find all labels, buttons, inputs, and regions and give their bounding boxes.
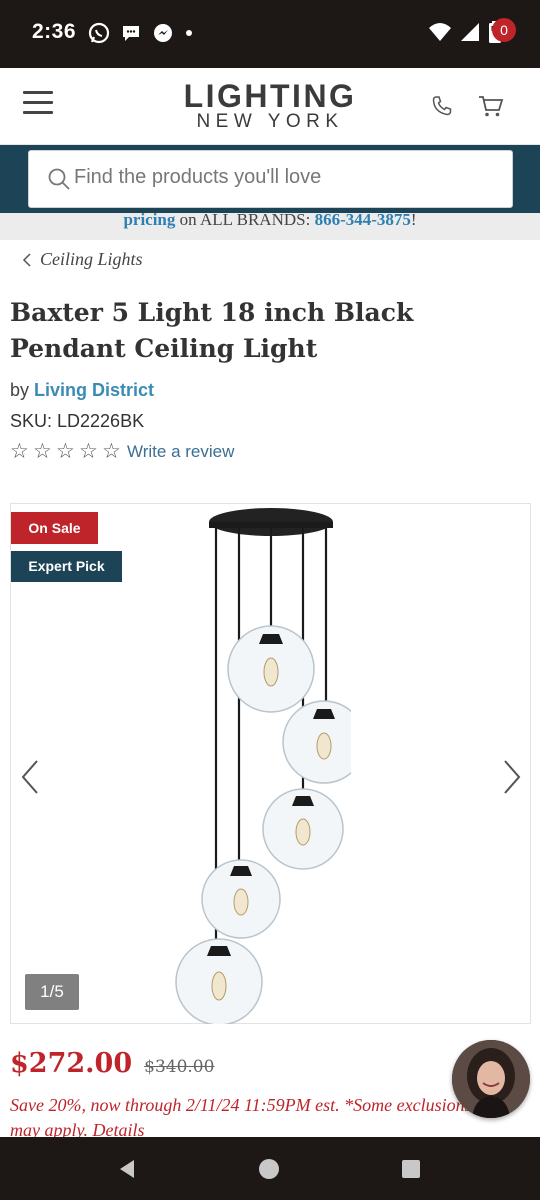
system-nav-bar — [0, 1137, 540, 1200]
expert-pick-badge: Expert Pick — [11, 551, 122, 582]
product-title: Baxter 5 Light 18 inch Black Pendant Cei… — [10, 298, 414, 363]
star-icon[interactable]: ☆ — [56, 441, 79, 463]
home-icon[interactable] — [257, 1157, 281, 1181]
sku-value: LD2226BK — [57, 411, 145, 431]
breadcrumb[interactable]: Ceiling Lights — [22, 249, 143, 270]
sku-line: SKU: LD2226BK — [10, 411, 144, 432]
hamburger-menu-icon[interactable] — [23, 91, 53, 115]
on-sale-badge: On Sale — [11, 512, 98, 544]
chevron-left-icon — [22, 252, 31, 267]
original-price: $340.00 — [144, 1057, 215, 1077]
product-image-gallery[interactable]: On Sale Expert Pick 1/5 — [10, 503, 531, 1024]
gallery-next-icon[interactable] — [497, 757, 525, 797]
sale-price: $272.00 — [10, 1048, 133, 1079]
sale-note-line-1: Save 20%, now through 2/11/24 11:59PM es… — [10, 1095, 472, 1115]
status-time: 2:36 — [32, 20, 77, 43]
search-icon — [48, 168, 70, 190]
sku-label: SKU: — [10, 411, 58, 431]
status-notification-icons — [88, 22, 194, 44]
promo-text: on ALL BRANDS: — [175, 213, 315, 229]
back-icon[interactable] — [115, 1157, 139, 1181]
site-logo[interactable]: LIGHTING NEW YORK — [160, 80, 380, 132]
status-system-icons — [428, 20, 502, 44]
by-label: by — [10, 380, 35, 400]
logo-line-2: NEW YORK — [196, 111, 344, 132]
rating-row: ☆ ☆ ☆ ☆ ☆ Write a review — [10, 441, 234, 463]
promo-end: ! — [410, 213, 417, 229]
messenger-icon — [154, 24, 172, 42]
search-input[interactable]: Find the products you'll love — [28, 150, 513, 208]
write-review-link[interactable]: Write a review — [127, 442, 234, 462]
signal-icon — [461, 23, 479, 41]
breadcrumb-label: Ceiling Lights — [40, 249, 143, 269]
image-counter: 1/5 — [25, 974, 79, 1010]
chat-bubble-icon — [123, 26, 139, 41]
chat-agent-avatar[interactable] — [452, 1040, 530, 1118]
star-icon[interactable]: ☆ — [102, 441, 125, 463]
product-image — [175, 508, 351, 1024]
agent-photo — [452, 1040, 530, 1118]
cart-icon[interactable] — [476, 90, 506, 120]
dot-icon — [186, 30, 192, 36]
whatsapp-icon — [88, 22, 110, 44]
phone-icon[interactable] — [430, 94, 454, 118]
gallery-prev-icon[interactable] — [17, 757, 45, 797]
brand-line: by Living District — [10, 380, 154, 401]
star-icon[interactable]: ☆ — [33, 441, 56, 463]
status-bar: 2:36 — [0, 0, 540, 68]
price-row: $272.00 $340.00 — [10, 1048, 214, 1079]
promo-phone-link[interactable]: 866-344-3875 — [315, 213, 411, 229]
promo-pricing-link[interactable]: pricing — [123, 213, 175, 229]
site-header: LIGHTING NEW YORK — [0, 68, 540, 145]
brand-link[interactable]: Living District — [34, 380, 154, 400]
wifi-icon — [429, 23, 451, 41]
star-icon[interactable]: ☆ — [79, 441, 102, 463]
cart-count-badge[interactable]: 0 — [492, 18, 516, 42]
recents-icon[interactable] — [399, 1157, 423, 1181]
promo-strip: pricing on ALL BRANDS: 866-344-3875! — [0, 213, 540, 240]
star-icon[interactable]: ☆ — [10, 441, 33, 463]
search-placeholder: Find the products you'll love — [74, 166, 322, 188]
logo-line-1: LIGHTING — [183, 78, 357, 114]
